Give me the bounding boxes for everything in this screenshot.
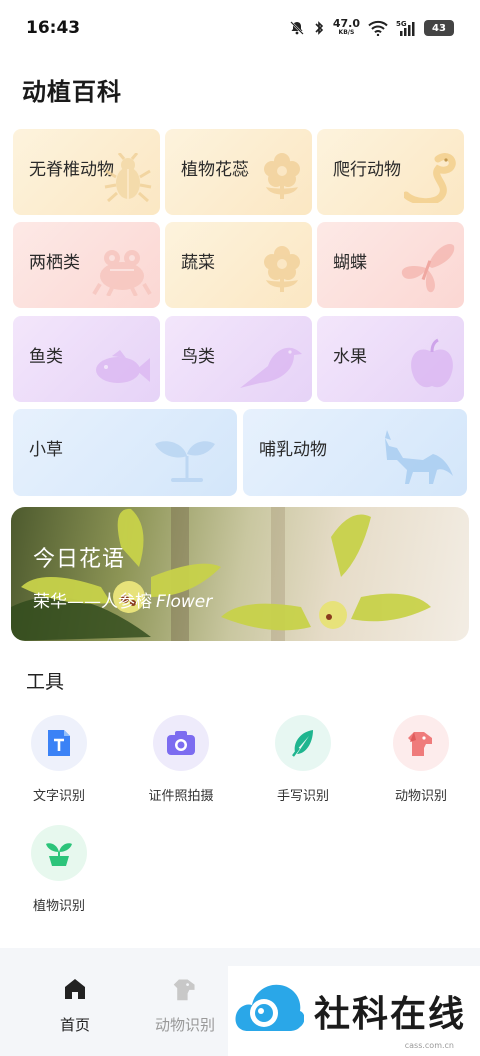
category-label: 水果 [333, 347, 367, 367]
flower-icon [260, 244, 304, 300]
net-speed-unit: KB/S [338, 29, 355, 36]
net-speed: 47.0 KB/S [332, 17, 360, 37]
svg-text:5G: 5G [396, 20, 407, 28]
camera-icon [153, 715, 209, 771]
tool-label: 植物识别 [32, 899, 85, 914]
category-label: 无脊椎动物 [29, 160, 114, 180]
tool-handwriting[interactable]: 手写识别 [253, 715, 353, 804]
category-label: 哺乳动物 [259, 440, 327, 460]
category-label: 小草 [29, 440, 63, 460]
nav-animal-recognition[interactable]: 动物识别 [140, 976, 230, 1035]
home-icon [62, 976, 88, 1006]
battery-icon: 43 [424, 20, 454, 36]
fox-icon [383, 430, 457, 488]
fish-icon [94, 350, 152, 394]
banner-subtitle: 荣华——人参榕 Flower [33, 587, 212, 612]
tool-label: 证件照拍摄 [148, 789, 214, 804]
net-speed-value: 47.0 [332, 17, 360, 30]
category-mammals[interactable]: 哺乳动物 [243, 409, 467, 496]
category-label: 鸟类 [181, 347, 215, 367]
sprout-icon [153, 432, 219, 488]
flower-icon [260, 151, 304, 207]
tool-text-recognition[interactable]: 文字识别 [9, 715, 109, 804]
watermark-logo [234, 977, 305, 1045]
category-amphibians[interactable]: 两栖类 [13, 222, 160, 308]
status-icons: 47.0 KB/S 5G 43 [289, 17, 454, 37]
wifi-icon [368, 20, 388, 36]
bluetooth-icon [313, 20, 325, 36]
banner-subtitle-cn: 荣华——人参榕 [33, 592, 152, 612]
dog-icon [393, 715, 449, 771]
category-label: 蔬菜 [181, 253, 215, 273]
watermark-text: 社科在线 [314, 993, 467, 1035]
feather-icon [275, 715, 331, 771]
nav-home-label: 首页 [59, 1016, 90, 1034]
category-butterflies[interactable]: 蝴蝶 [317, 222, 464, 308]
frog-icon [92, 244, 152, 300]
category-birds[interactable]: 鸟类 [165, 316, 312, 402]
category-label: 植物花蕊 [181, 160, 249, 180]
category-reptiles[interactable]: 爬行动物 [317, 129, 464, 215]
dog-icon [172, 976, 198, 1006]
tool-label: 手写识别 [276, 789, 329, 804]
mute-bell-icon [289, 20, 305, 36]
category-vegetables[interactable]: 蔬菜 [165, 222, 312, 308]
tool-label: 文字识别 [32, 789, 85, 804]
text-recognition-icon [31, 715, 87, 771]
category-fruits[interactable]: 水果 [317, 316, 464, 402]
category-label: 两栖类 [29, 253, 80, 273]
tools-section-title: 工具 [26, 671, 65, 693]
cellular-signal-icon: 5G [396, 20, 416, 36]
potted-plant-icon [31, 825, 87, 881]
tool-plant-recognition[interactable]: 植物识别 [9, 825, 109, 914]
status-bar: 16:43 47.0 KB/S 5G 43 [0, 0, 480, 56]
insect-icon [104, 152, 152, 207]
banner-title: 今日花语 [33, 547, 126, 572]
banner-subtitle-en: Flower [156, 592, 213, 612]
category-label: 鱼类 [29, 347, 63, 367]
nav-animal-label: 动物识别 [154, 1016, 215, 1034]
category-grass[interactable]: 小草 [13, 409, 237, 496]
status-time: 16:43 [26, 18, 81, 38]
bird-icon [238, 344, 304, 394]
tool-animal-recognition[interactable]: 动物识别 [371, 715, 471, 804]
category-fish[interactable]: 鱼类 [13, 316, 160, 402]
snake-icon [402, 149, 456, 207]
category-label: 爬行动物 [333, 160, 401, 180]
nav-home[interactable]: 首页 [30, 976, 120, 1035]
tool-id-photo[interactable]: 证件照拍摄 [131, 715, 231, 804]
daily-flower-banner[interactable]: 今日花语 荣华——人参榕 Flower [11, 507, 469, 641]
tool-label: 动物识别 [394, 789, 447, 804]
page-title: 动植百科 [22, 78, 122, 106]
category-label: 蝴蝶 [333, 253, 367, 273]
apple-icon [408, 338, 456, 394]
watermark: 社科在线 cass.com.cn [228, 966, 480, 1056]
category-flower-stamen[interactable]: 植物花蕊 [165, 129, 312, 215]
orchid-image [11, 507, 431, 641]
category-invertebrates[interactable]: 无脊椎动物 [13, 129, 160, 215]
watermark-url: cass.com.cn [404, 1041, 454, 1050]
butterfly-icon [398, 240, 456, 300]
